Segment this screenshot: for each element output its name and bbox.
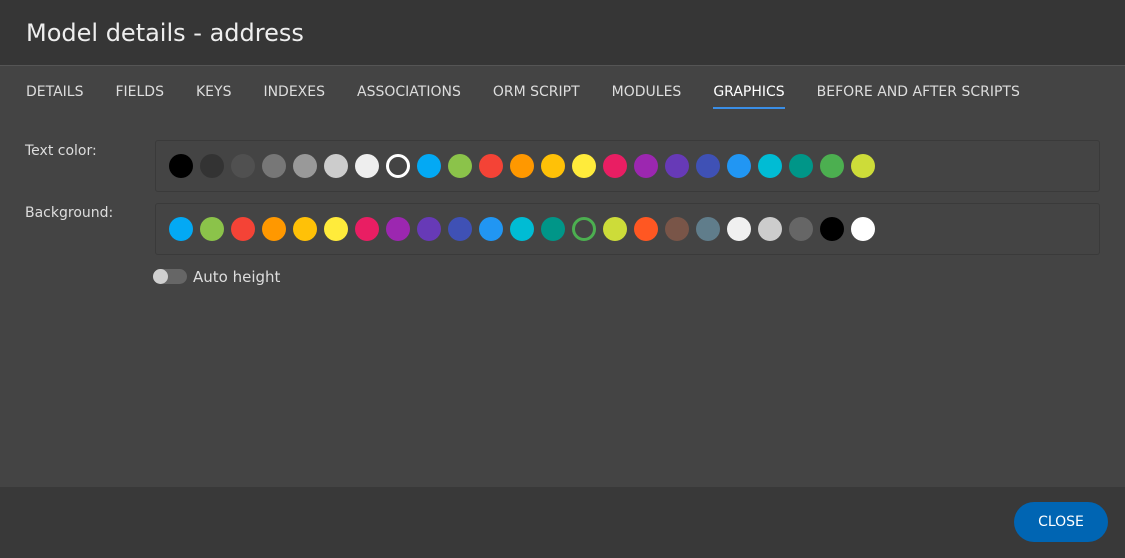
auto-height-toggle[interactable] [153,269,187,284]
tab-bar: DETAILS FIELDS KEYS INDEXES ASSOCIATIONS ORM … [0,66,1125,116]
background-label: Background: [25,205,114,221]
dialog-footer: CLOSE [0,487,1125,558]
tab-keys[interactable]: KEYS [196,66,231,116]
background-swatch[interactable] [262,217,286,241]
background-swatch[interactable] [231,217,255,241]
text-color-palette [155,140,1100,192]
text-color-swatch[interactable] [665,154,689,178]
background-swatch[interactable] [851,217,875,241]
dialog-title: Model details - address [26,19,304,47]
background-swatch[interactable] [510,217,534,241]
text-color-swatch[interactable] [448,154,472,178]
text-color-swatch[interactable] [696,154,720,178]
background-swatch[interactable] [324,217,348,241]
tab-details[interactable]: DETAILS [26,66,83,116]
background-swatch[interactable] [479,217,503,241]
tab-fields[interactable]: FIELDS [115,66,164,116]
text-color-swatch[interactable] [541,154,565,178]
background-swatch[interactable] [603,217,627,241]
background-swatch[interactable] [417,217,441,241]
tab-graphics[interactable]: GRAPHICS [713,66,786,116]
text-color-swatch[interactable] [324,154,348,178]
text-color-swatch[interactable] [851,154,875,178]
text-color-swatch[interactable] [510,154,534,178]
dialog-header: Model details - address [0,0,1125,66]
background-swatch[interactable] [727,217,751,241]
text-color-swatch[interactable] [355,154,379,178]
background-swatch[interactable] [355,217,379,241]
tab-indexes[interactable]: INDEXES [263,66,325,116]
background-swatch[interactable] [386,217,410,241]
background-swatch-selected[interactable] [572,217,596,241]
background-swatch[interactable] [541,217,565,241]
text-color-swatch[interactable] [789,154,813,178]
text-color-label: Text color: [25,143,97,159]
text-color-swatch[interactable] [820,154,844,178]
text-color-swatch[interactable] [727,154,751,178]
background-swatch[interactable] [758,217,782,241]
toggle-knob [153,269,168,284]
text-color-swatch[interactable] [479,154,503,178]
background-color-palette [155,203,1100,255]
background-swatch[interactable] [789,217,813,241]
close-button[interactable]: CLOSE [1014,502,1108,542]
background-swatch[interactable] [293,217,317,241]
text-color-swatch[interactable] [634,154,658,178]
text-color-swatch[interactable] [417,154,441,178]
text-color-swatch[interactable] [200,154,224,178]
tab-associations[interactable]: ASSOCIATIONS [357,66,461,116]
background-swatch[interactable] [820,217,844,241]
text-color-swatch[interactable] [231,154,255,178]
text-color-swatch[interactable] [758,154,782,178]
background-swatch[interactable] [448,217,472,241]
background-swatch[interactable] [200,217,224,241]
text-color-swatch[interactable] [603,154,627,178]
tab-modules[interactable]: MODULES [612,66,682,116]
text-color-swatch[interactable] [293,154,317,178]
tab-before-and-after-scripts[interactable]: BEFORE AND AFTER SCRIPTS [817,66,1020,116]
text-color-swatch-selected[interactable] [386,154,410,178]
background-swatch[interactable] [169,217,193,241]
background-swatch[interactable] [634,217,658,241]
background-swatch[interactable] [696,217,720,241]
text-color-swatch[interactable] [262,154,286,178]
auto-height-label: Auto height [193,268,281,286]
text-color-swatch[interactable] [572,154,596,178]
background-swatch[interactable] [665,217,689,241]
tab-orm-script[interactable]: ORM SCRIPT [493,66,580,116]
text-color-swatch[interactable] [169,154,193,178]
